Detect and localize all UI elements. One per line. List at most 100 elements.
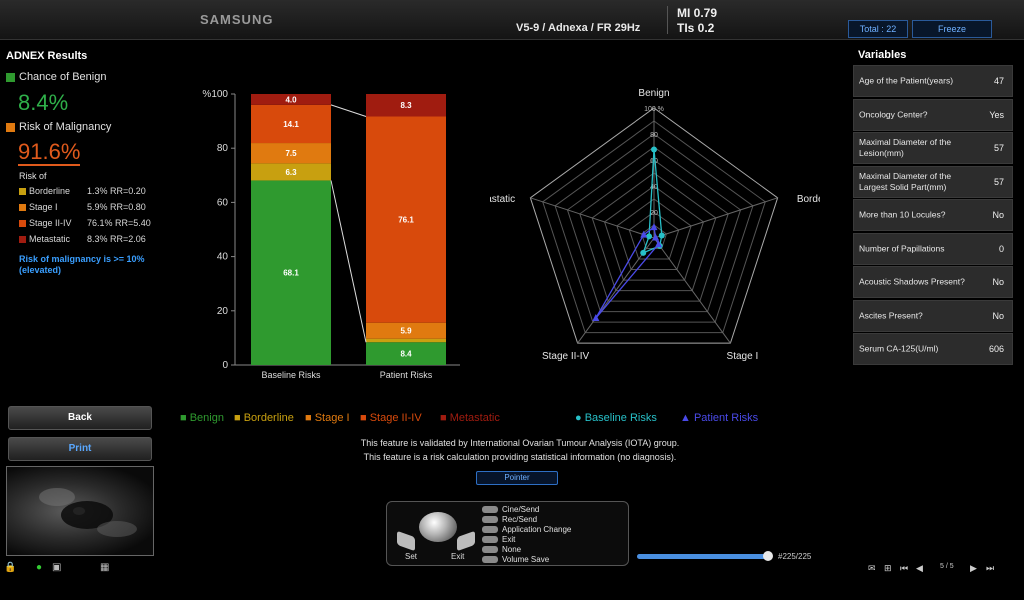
cmd-label: Cine/Send: [502, 505, 540, 514]
variable-row[interactable]: More than 10 Locules? No: [853, 199, 1013, 231]
legend-item-patient: ▲ Patient Risks: [680, 412, 758, 424]
pointer-button[interactable]: Pointer: [476, 471, 558, 485]
first-frame-icon[interactable]: ⏮: [900, 563, 908, 574]
cmd-exit[interactable]: Exit: [482, 535, 515, 544]
variable-row[interactable]: Serum CA-125(U/ml) 606: [853, 333, 1013, 365]
tis-readout: TIs 0.2: [677, 21, 715, 35]
radar-point-baseline: [651, 146, 657, 153]
exit-label: Exit: [451, 552, 465, 561]
trackball-icon[interactable]: [419, 512, 457, 542]
variables-table: Age of the Patient(years) 47 Oncology Cent…: [853, 65, 1013, 367]
bar-data-label: 8.4: [400, 350, 412, 359]
stage1-swatch: [19, 204, 26, 212]
chart-legend: ■ Benign ■ Borderline ■ Stage I ■ Stage II-…: [180, 412, 840, 430]
variable-row[interactable]: Maximal Diameter of the Lesion(mm) 57: [853, 132, 1013, 164]
variable-label: Oncology Center?: [859, 109, 928, 119]
probe-status-icon: ●: [36, 562, 43, 573]
variable-row[interactable]: Acoustic Shadows Present? No: [853, 266, 1013, 298]
radar-axis-label: Stage I: [727, 351, 759, 362]
iota-note: This feature is validated by Internation…: [360, 438, 680, 448]
bar-data-label: 6.3: [285, 168, 297, 177]
stage2-4-swatch: [19, 220, 26, 228]
variable-row[interactable]: Number of Papillations 0: [853, 232, 1013, 265]
radar-axis-label: Benign: [638, 88, 669, 99]
triangle-marker-icon: ▲: [680, 412, 694, 424]
risk-name: Stage I: [29, 202, 58, 212]
cine-progress-bar[interactable]: [637, 554, 769, 559]
header-divider: [667, 6, 668, 34]
brand-logo: SAMSUNG: [200, 12, 274, 27]
key-icon: [482, 556, 498, 564]
cmd-label: Volume Save: [502, 555, 550, 564]
variable-value: 606: [988, 344, 1004, 354]
ultrasound-thumbnail[interactable]: [6, 466, 154, 556]
back-button[interactable]: Back: [8, 406, 152, 430]
lock-icon[interactable]: 🔒: [4, 562, 16, 573]
cmd-cine-send[interactable]: Cine/Send: [482, 505, 539, 514]
next-frame-icon[interactable]: ▶: [970, 563, 977, 574]
benign-label: Chance of Benign: [19, 71, 107, 83]
metastatic-swatch: [19, 236, 26, 244]
malignancy-percent: 91.6%: [18, 139, 81, 166]
benign-swatch: [6, 73, 15, 82]
variable-row[interactable]: Age of the Patient(years) 47: [853, 65, 1013, 97]
variable-row[interactable]: Maximal Diameter of the Largest Solid Pa…: [853, 165, 1013, 198]
cmd-none[interactable]: None: [482, 545, 521, 554]
variable-value: No: [992, 310, 1004, 321]
top-header: SAMSUNG V5-9 / Adnexa / FR 29Hz MI 0.79 …: [0, 0, 1024, 40]
print-button[interactable]: Print: [8, 437, 152, 461]
y-tick-label: %100: [202, 89, 228, 100]
risk-note-line1: Risk of malignancy is >= 10%: [19, 254, 145, 264]
mail-icon[interactable]: ✉: [868, 563, 876, 574]
exit-key[interactable]: [457, 530, 475, 552]
malignancy-swatch: [6, 123, 15, 132]
cine-progress-handle[interactable]: [763, 551, 773, 561]
legend-label: Benign: [189, 412, 224, 424]
variable-row[interactable]: Ascites Present? No: [853, 299, 1013, 332]
benign-percent: 8.4%: [18, 90, 69, 115]
risk-note-line2: (elevated): [19, 265, 62, 275]
legend-item-borderline: ■ Borderline: [234, 412, 294, 424]
radar-axis-label: Borderline: [797, 194, 820, 205]
bar-data-label: 5.9: [400, 327, 412, 336]
variable-label: More than 10 Locules?: [859, 209, 946, 220]
legend-label: Metastatic: [449, 412, 500, 424]
variable-row[interactable]: Oncology Center? Yes: [853, 98, 1013, 131]
key-icon: [482, 506, 498, 514]
stacked-bar-chart: 0 20 40 60 80 %100 68.1 6.3 7.5 14.1 4.0 Baseline R…: [202, 89, 460, 380]
freeze-button[interactable]: Freeze: [912, 20, 992, 38]
variables-title: Variables: [858, 49, 907, 61]
layout-icon[interactable]: ⊞: [884, 563, 892, 574]
cmd-label: None: [502, 545, 522, 554]
last-frame-icon[interactable]: ⏭: [986, 563, 994, 574]
cmd-label: Rec/Send: [502, 515, 538, 524]
legend-item-metastatic: ■ Metastatic: [440, 412, 500, 424]
key-icon: [482, 536, 498, 544]
cmd-label: Application Change: [502, 525, 572, 534]
legend-item-stage2_4: ■ Stage II-IV: [360, 412, 422, 424]
cmd-application-change[interactable]: Application Change: [482, 525, 571, 534]
legend-square-icon: ■: [305, 412, 315, 424]
prev-frame-icon[interactable]: ◀: [916, 563, 923, 574]
keyboard-icon[interactable]: ▦: [100, 562, 109, 573]
variable-value: No: [992, 277, 1004, 287]
cine-controls: ✉ ⊞ ⏮ ◀ 5 / 5 ▶ ⏭: [868, 563, 998, 575]
legend-label: Stage II-IV: [369, 412, 422, 424]
variable-value: Yes: [989, 109, 1004, 120]
bar-data-label: 14.1: [283, 120, 299, 129]
radar-ring-label: 20: [650, 210, 658, 217]
total-button[interactable]: Total : 22: [848, 20, 908, 38]
legend-label: Borderline: [243, 412, 294, 424]
legend-square-icon: ■: [440, 412, 450, 424]
set-key[interactable]: [397, 530, 415, 552]
display-icon[interactable]: ▣: [52, 562, 61, 573]
risk-name: Stage II-IV: [29, 218, 72, 228]
cmd-volume-save[interactable]: Volume Save: [482, 555, 549, 564]
cmd-rec-send[interactable]: Rec/Send: [482, 515, 537, 524]
bar-data-label: 68.1: [283, 269, 299, 278]
variable-label: Acoustic Shadows Present?: [859, 276, 965, 287]
risk-name: Borderline: [29, 186, 71, 196]
legend-item-baseline: ● Baseline Risks: [575, 412, 657, 424]
x-tick-label: Patient Risks: [380, 370, 433, 380]
metastatic-connector: [330, 104, 367, 117]
